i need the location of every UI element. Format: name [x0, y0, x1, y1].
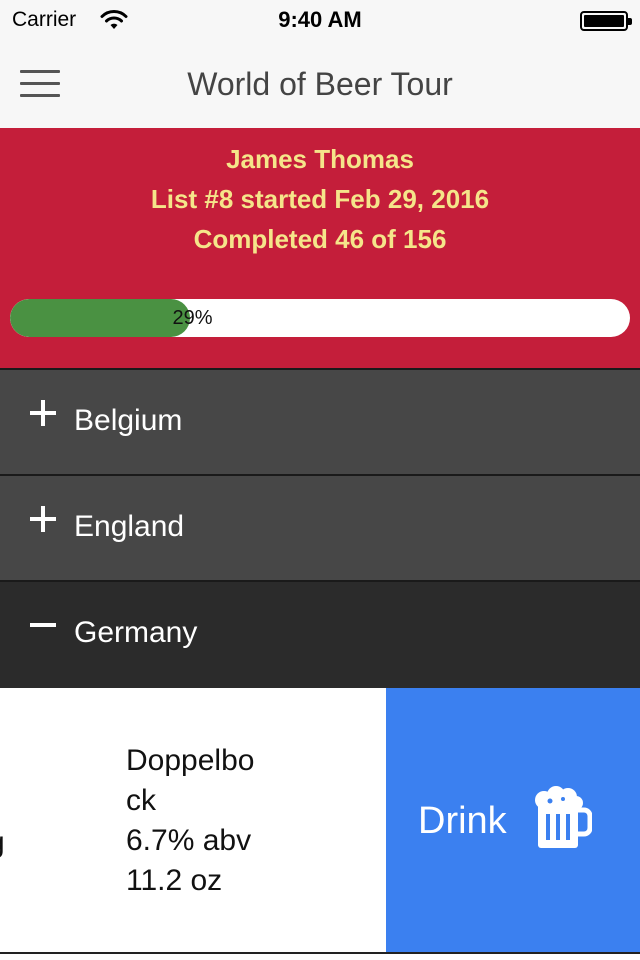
drink-button[interactable]: Drink: [386, 688, 640, 952]
profile-header: James Thomas List #8 started Feb 29, 201…: [0, 128, 640, 368]
beer-size: 11.2 oz: [126, 864, 223, 897]
beer-name-partial: g: [0, 826, 5, 860]
section-label: Belgium: [74, 404, 183, 437]
beer-style: Doppelbo: [126, 744, 255, 777]
progress-label: 29%: [172, 307, 213, 329]
beer-list-item[interactable]: g Doppelbo ck 6.7% abv 11.2 oz Drink: [0, 688, 640, 954]
completion-count: Completed 46 of 156: [193, 224, 447, 254]
page-title: World of Beer Tour: [187, 66, 453, 102]
section-england[interactable]: England: [0, 474, 640, 580]
section-germany[interactable]: Germany: [0, 580, 640, 688]
plus-icon: [30, 506, 56, 532]
beer-mug-icon: [535, 786, 592, 848]
section-label: Germany: [74, 616, 198, 649]
section-label: England: [74, 510, 185, 543]
status-bar: Carrier 9:40 AM: [0, 0, 640, 40]
beer-abv: 6.7% abv: [126, 824, 252, 857]
navigation-bar: World of Beer Tour: [0, 40, 640, 128]
user-name: James Thomas: [226, 144, 414, 174]
section-belgium[interactable]: Belgium: [0, 368, 640, 474]
list-info: List #8 started Feb 29, 2016: [150, 184, 490, 214]
clock: 9:40 AM: [278, 7, 362, 32]
plus-icon: [30, 400, 56, 426]
progress-bar: 29%: [10, 299, 630, 337]
drink-label: Drink: [418, 800, 507, 842]
minus-icon: [30, 612, 56, 638]
beer-style-continued: ck: [126, 784, 156, 817]
battery-icon: [580, 11, 632, 31]
